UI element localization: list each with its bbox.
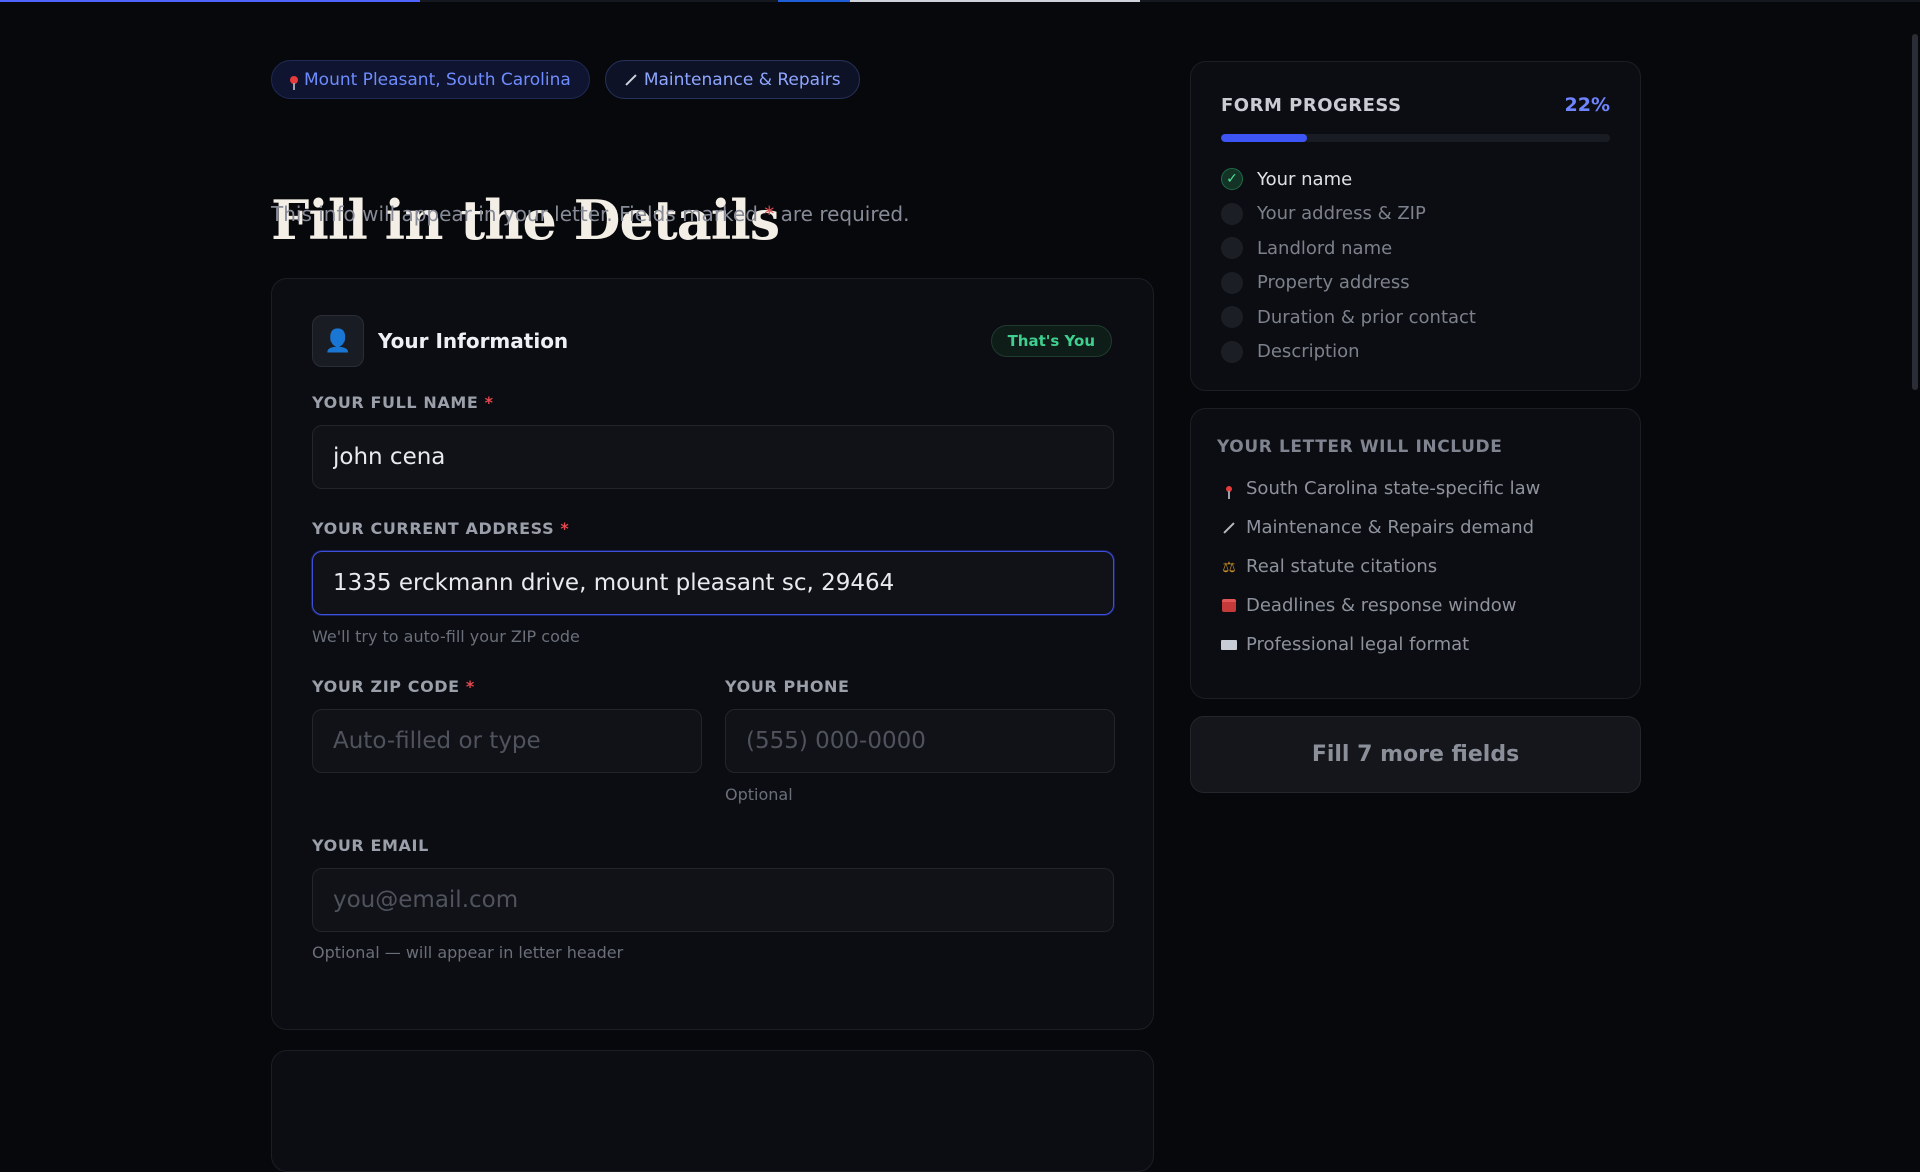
next-section-card [271,1050,1154,1172]
list-item: South Carolina state-specific law [1220,469,1620,508]
zip-label: YOUR ZIP CODE * [312,677,475,696]
wand-icon [625,73,637,86]
form-progress-title: FORM PROGRESS [1221,95,1402,116]
address-label: YOUR CURRENT ADDRESS * [312,519,569,538]
form-progress-card: FORM PROGRESS 22% ✓ Your name Your addre… [1190,61,1641,391]
empty-circle-icon [1221,237,1243,260]
wand-icon [1220,521,1238,534]
empty-circle-icon [1221,271,1243,294]
envelope-icon [1220,639,1238,650]
list-item: Professional legal format [1220,625,1620,664]
phone-hint: Optional [725,785,793,804]
context-pills: Mount Pleasant, South Carolina Maintenan… [271,60,1154,101]
empty-circle-icon [1221,306,1243,329]
status-badge: That's You [990,325,1112,357]
form-progress-percent: 22% [1564,94,1610,116]
list-item: Maintenance & Repairs demand [1220,508,1620,547]
list-item: Deadlines & response window [1220,586,1620,625]
card-header: 👤 Your Information That's You [312,315,1112,367]
required-star: * [465,677,475,696]
address-hint: We'll try to auto-fill your ZIP code [312,627,580,646]
list-item-label: Maintenance & Repairs demand [1246,517,1535,538]
letter-includes-card: YOUR LETTER WILL INCLUDE South Carolina … [1190,408,1641,699]
progress-step: Description [1221,335,1610,370]
progress-step: Landlord name [1221,231,1610,266]
full-name-label-text: YOUR FULL NAME [312,393,479,412]
pin-icon [1220,485,1238,499]
progress-step: ✓ Your name [1221,162,1610,197]
progress-step-label: Property address [1257,272,1410,294]
full-name-input[interactable] [312,425,1114,489]
submit-button[interactable]: Fill 7 more fields [1190,716,1641,793]
letter-includes-list: South Carolina state-specific law Mainte… [1220,469,1620,664]
form-progress-bar [1221,134,1610,142]
form-progress-fill [1221,134,1307,142]
pin-icon [290,75,298,90]
list-item-label: Professional legal format [1246,634,1470,655]
progress-step-label: Description [1257,341,1360,363]
scale-icon: ⚖ [1222,557,1236,576]
full-name-label: YOUR FULL NAME * [312,393,494,412]
email-label: YOUR EMAIL [312,836,429,855]
phone-label: YOUR PHONE [725,677,850,696]
empty-circle-icon [1221,340,1243,363]
address-label-text: YOUR CURRENT ADDRESS [312,519,555,538]
progress-step: Property address [1221,266,1610,301]
top-progress-bar [0,0,1920,2]
your-information-card: 👤 Your Information That's You YOUR FULL … [271,278,1154,1030]
progress-step-label: Duration & prior contact [1257,306,1476,328]
empty-circle-icon [1221,202,1243,225]
list-item-label: Real statute citations [1246,556,1438,577]
scrollbar-thumb[interactable] [1912,34,1918,390]
top-progress-segment [0,0,420,2]
list-item-label: South Carolina state-specific law [1246,478,1541,499]
list-item: ⚖ Real statute citations [1220,547,1620,586]
page-subtitle: This info will appear in your letter. Fi… [271,202,909,226]
required-star: * [764,202,775,226]
person-icon: 👤 [312,315,364,367]
phone-input[interactable] [725,709,1115,773]
zip-label-text: YOUR ZIP CODE [312,677,460,696]
letter-includes-title: YOUR LETTER WILL INCLUDE [1217,437,1503,457]
required-star: * [484,393,494,412]
service-pill[interactable]: Maintenance & Repairs [604,60,860,99]
main-content: Mount Pleasant, South Carolina Maintenan… [271,60,1154,1172]
required-star: * [560,519,570,538]
scrollbar[interactable] [1910,0,1920,1080]
progress-step-label: Your address & ZIP [1257,203,1426,225]
progress-step: Your address & ZIP [1221,197,1610,232]
top-progress-segment [850,0,1140,2]
progress-step: Duration & prior contact [1221,300,1610,335]
progress-steps: ✓ Your name Your address & ZIP Landlord … [1221,162,1610,369]
service-pill-label: Maintenance & Repairs [643,69,841,90]
progress-step-label: Landlord name [1257,237,1393,259]
email-input[interactable] [312,868,1114,932]
progress-step-label: Your name [1257,168,1353,190]
calendar-icon [1220,599,1238,612]
location-pill[interactable]: Mount Pleasant, South Carolina [271,60,590,99]
location-pill-label: Mount Pleasant, South Carolina [304,69,571,90]
top-progress-segment [778,0,850,2]
list-item-label: Deadlines & response window [1246,595,1517,616]
email-hint: Optional — will appear in letter header [312,943,624,962]
subtitle-text: This info will appear in your letter. Fi… [271,202,765,226]
subtitle-text: are required. [774,202,910,226]
card-title: Your Information [378,329,569,353]
address-input[interactable] [312,551,1114,615]
zip-input[interactable] [312,709,702,773]
check-icon: ✓ [1221,168,1243,191]
